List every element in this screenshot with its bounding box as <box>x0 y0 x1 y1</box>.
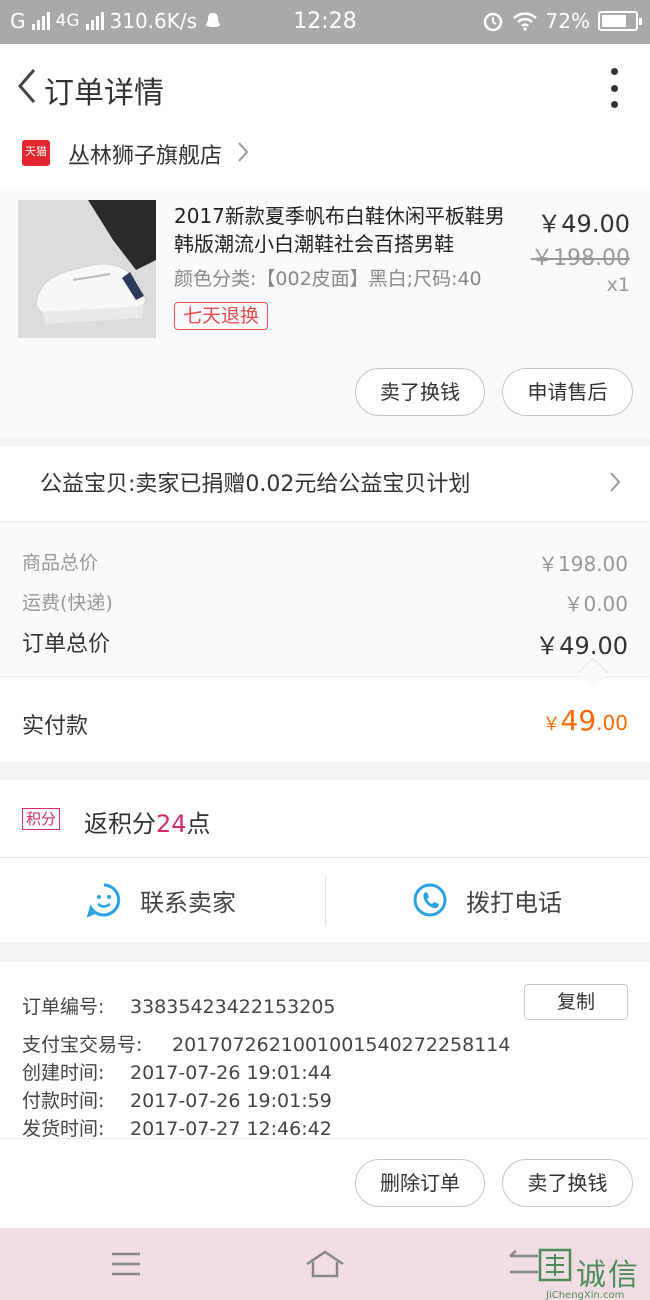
chat-icon <box>86 883 121 918</box>
copy-button[interactable]: 复制 <box>524 984 628 1020</box>
shipping-row: 运费(快递) ￥0.00 <box>22 588 628 617</box>
actual-paid-label: 实付款 <box>22 714 89 739</box>
after-sale-button[interactable]: 申请售后 <box>502 368 633 416</box>
created-time-row: 创建时间: 2017-07-26 19:01:44 <box>22 1058 332 1085</box>
header: 订单详情 <box>0 44 650 130</box>
more-menu-icon[interactable] <box>608 68 620 108</box>
chevron-right-icon <box>610 472 621 492</box>
points-text: 返积分24点 <box>84 810 211 838</box>
goods-total-label: 商品总价 <box>22 552 99 574</box>
home-icon[interactable] <box>303 1248 347 1280</box>
divider <box>0 676 650 677</box>
charity-text: 公益宝贝:卖家已捐赠0.02元给公益宝贝计划 <box>40 472 471 497</box>
actual-paid-row: 实付款 ￥49.00 <box>0 680 650 762</box>
points-badge: 积分 <box>22 808 61 830</box>
product-image[interactable] <box>18 200 156 338</box>
actual-paid-value: ￥49.00 <box>542 704 628 737</box>
paid-time-label: 付款时间: <box>22 1090 105 1112</box>
order-number-value: 33835423422153205 <box>130 996 336 1018</box>
back-nav-icon[interactable] <box>506 1248 542 1280</box>
price-summary: 商品总价 ￥198.00 运费(快递) ￥0.00 订单总价 ￥49.00 实付… <box>0 522 650 762</box>
phone-icon <box>413 883 447 917</box>
return-policy-badge: 七天退换 <box>174 302 269 330</box>
shipped-time-value: 2017-07-27 12:46:42 <box>130 1118 332 1138</box>
created-time-label: 创建时间: <box>22 1062 105 1084</box>
watermark-domain: JiChengXin.com <box>546 1290 625 1300</box>
shop-row[interactable]: 天猫 丛林狮子旗舰店 <box>0 130 650 188</box>
order-total-value: ￥49.00 <box>535 632 628 660</box>
chevron-right-icon <box>238 142 249 162</box>
status-bar: G 4G 310.6K/s 12:28 72% <box>0 0 650 44</box>
watermark-mark-icon <box>538 1248 572 1282</box>
goods-total-value: ￥198.00 <box>538 552 628 576</box>
product-card[interactable]: 2017新款夏季帆布白鞋休闲平板鞋男韩版潮流小白潮鞋社会百搭男鞋 颜色分类:【0… <box>0 188 650 438</box>
product-title: 2017新款夏季帆布白鞋休闲平板鞋男韩版潮流小白潮鞋社会百搭男鞋 <box>174 204 505 256</box>
product-price: ￥49.00 <box>537 210 630 238</box>
created-time-value: 2017-07-26 19:01:44 <box>130 1062 332 1084</box>
alipay-label: 支付宝交易号: <box>22 1034 143 1056</box>
system-nav-bar: 诚信 JiChengXin.com <box>0 1228 650 1300</box>
divider <box>325 876 326 926</box>
shipped-time-label: 发货时间: <box>22 1118 105 1138</box>
paid-time-value: 2017-07-26 19:01:59 <box>130 1090 332 1112</box>
order-info: 订单编号: 33835423422153205 复制 支付宝交易号: 2017072… <box>0 962 650 1138</box>
alarm-icon <box>483 12 502 32</box>
watermark-text: 诚信 <box>576 1258 640 1293</box>
points-count: 24 <box>156 810 187 838</box>
product-original-price: ￥198.00 <box>531 246 630 271</box>
product-quantity: x1 <box>606 274 630 296</box>
battery-icon <box>598 11 642 31</box>
delete-order-button[interactable]: 删除订单 <box>355 1159 485 1207</box>
menu-icon[interactable] <box>110 1250 142 1278</box>
product-sku: 颜色分类:【002皮面】黑白;尺码:40 <box>174 268 482 290</box>
shipped-time-row: 发货时间: 2017-07-27 12:46:42 <box>22 1114 332 1138</box>
charity-row[interactable]: 公益宝贝:卖家已捐赠0.02元给公益宝贝计划 <box>0 446 650 522</box>
order-number-row: 订单编号: 33835423422153205 <box>22 992 336 1019</box>
points-row: 积分 返积分24点 <box>0 780 650 858</box>
order-actions: 删除订单 卖了换钱 <box>0 1138 650 1228</box>
watermark-logo: 诚信 JiChengXin.com <box>538 1246 646 1300</box>
page-title: 订单详情 <box>44 76 164 111</box>
sell-for-cash-button-2[interactable]: 卖了换钱 <box>502 1159 633 1207</box>
back-icon[interactable] <box>12 66 42 106</box>
sell-for-cash-button[interactable]: 卖了换钱 <box>355 368 485 416</box>
alipay-row: 支付宝交易号: 2017072621001001540272258114 <box>22 1030 510 1057</box>
order-total-row: 订单总价 ￥49.00 <box>22 626 628 661</box>
order-total-label: 订单总价 <box>22 632 111 657</box>
contact-bar: 联系卖家 拨打电话 <box>0 858 650 942</box>
tmall-logo: 天猫 <box>22 140 50 166</box>
shop-name: 丛林狮子旗舰店 <box>68 144 223 169</box>
call-phone-button[interactable]: 拨打电话 <box>412 858 562 942</box>
contact-seller-button[interactable]: 联系卖家 <box>86 858 236 942</box>
contact-seller-label: 联系卖家 <box>140 888 236 917</box>
call-phone-label: 拨打电话 <box>466 888 562 917</box>
battery-percent: 72% <box>545 9 590 33</box>
paid-time-row: 付款时间: 2017-07-26 19:01:59 <box>22 1086 332 1113</box>
shipping-label: 运费(快递) <box>22 592 113 614</box>
alipay-value: 2017072621001001540272258114 <box>172 1034 511 1056</box>
goods-total-row: 商品总价 ￥198.00 <box>22 548 628 577</box>
shipping-value: ￥0.00 <box>563 592 628 616</box>
order-number-label: 订单编号: <box>22 996 105 1018</box>
wifi-icon <box>512 12 537 31</box>
